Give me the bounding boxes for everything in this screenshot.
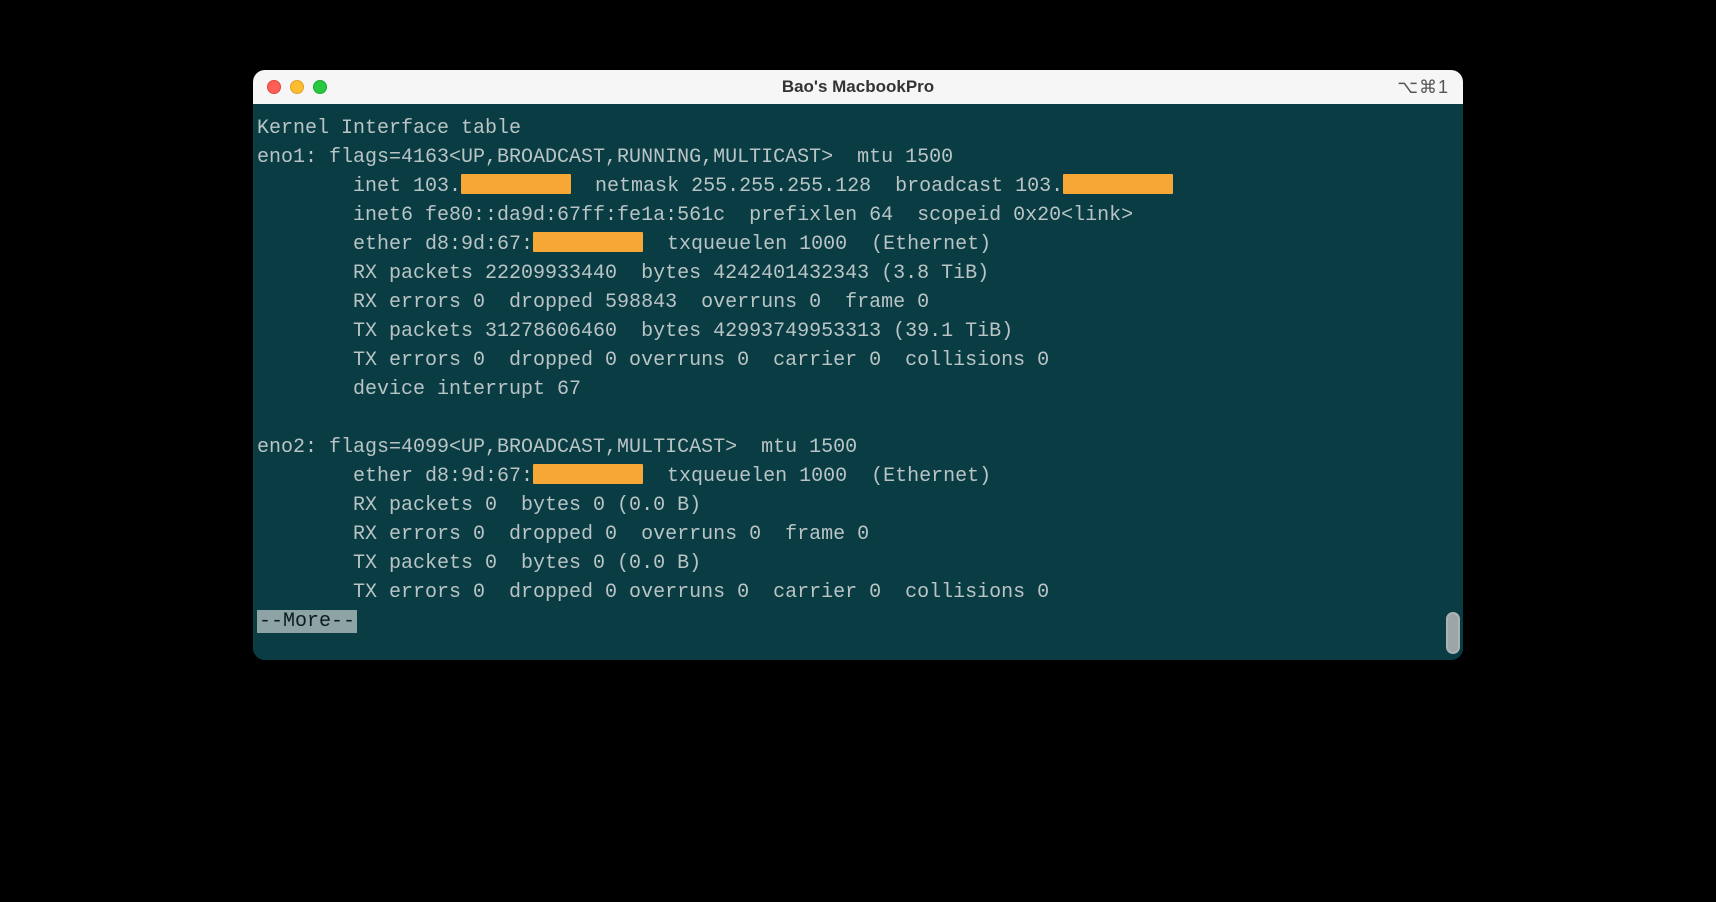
- traffic-lights: [267, 80, 327, 94]
- titlebar: Bao's MacbookPro ⌥⌘1: [253, 70, 1463, 104]
- redaction-block: [1063, 174, 1173, 194]
- terminal-line: Kernel Interface table: [257, 114, 1459, 143]
- terminal-text: txqueuelen 1000 (Ethernet): [643, 465, 991, 488]
- terminal-text: netmask 255.255.255.128 broadcast 103.: [571, 175, 1063, 198]
- terminal-line: eno1: flags=4163<UP,BROADCAST,RUNNING,MU…: [257, 143, 1459, 172]
- terminal-output[interactable]: Kernel Interface table eno1: flags=4163<U…: [253, 104, 1463, 660]
- terminal-text: eno1: flags=4163<UP,BROADCAST,RUNNING,MU…: [257, 146, 953, 169]
- terminal-line: ether d8:9d:67: txqueuelen 1000 (Etherne…: [257, 230, 1459, 259]
- zoom-button[interactable]: [313, 80, 327, 94]
- terminal-line: TX errors 0 dropped 0 overruns 0 carrier…: [257, 578, 1459, 607]
- terminal-text: [257, 407, 269, 430]
- terminal-text: eno2: flags=4099<UP,BROADCAST,MULTICAST>…: [257, 436, 857, 459]
- minimize-button[interactable]: [290, 80, 304, 94]
- redaction-block: [461, 174, 571, 194]
- pager-more[interactable]: --More--: [257, 610, 357, 633]
- terminal-line: [257, 404, 1459, 433]
- terminal-line: TX errors 0 dropped 0 overruns 0 carrier…: [257, 346, 1459, 375]
- window-title: Bao's MacbookPro: [253, 77, 1463, 97]
- terminal-line: ether d8:9d:67: txqueuelen 1000 (Etherne…: [257, 462, 1459, 491]
- terminal-line: RX errors 0 dropped 598843 overruns 0 fr…: [257, 288, 1459, 317]
- terminal-line: --More--: [257, 607, 1459, 636]
- terminal-line: RX errors 0 dropped 0 overruns 0 frame 0: [257, 520, 1459, 549]
- terminal-line: TX packets 31278606460 bytes 42993749953…: [257, 317, 1459, 346]
- terminal-line: RX packets 0 bytes 0 (0.0 B): [257, 491, 1459, 520]
- terminal-text: ether d8:9d:67:: [257, 233, 533, 256]
- close-button[interactable]: [267, 80, 281, 94]
- terminal-line: eno2: flags=4099<UP,BROADCAST,MULTICAST>…: [257, 433, 1459, 462]
- terminal-line: device interrupt 67: [257, 375, 1459, 404]
- terminal-text: device interrupt 67: [257, 378, 581, 401]
- terminal-text: TX packets 31278606460 bytes 42993749953…: [257, 320, 1013, 343]
- terminal-text: RX errors 0 dropped 0 overruns 0 frame 0: [257, 523, 869, 546]
- terminal-window: Bao's MacbookPro ⌥⌘1 Kernel Interface ta…: [253, 70, 1463, 660]
- terminal-text: ether d8:9d:67:: [257, 465, 533, 488]
- terminal-text: inet 103.: [257, 175, 461, 198]
- window-shortcut: ⌥⌘1: [1397, 77, 1449, 98]
- terminal-text: RX errors 0 dropped 598843 overruns 0 fr…: [257, 291, 929, 314]
- terminal-line: inet6 fe80::da9d:67ff:fe1a:561c prefixle…: [257, 201, 1459, 230]
- terminal-line: inet 103. netmask 255.255.255.128 broadc…: [257, 172, 1459, 201]
- redaction-block: [533, 464, 643, 484]
- terminal-text: RX packets 22209933440 bytes 42424014323…: [257, 262, 989, 285]
- terminal-text: TX packets 0 bytes 0 (0.0 B): [257, 552, 701, 575]
- scrollbar-thumb[interactable]: [1446, 612, 1460, 654]
- terminal-text: TX errors 0 dropped 0 overruns 0 carrier…: [257, 349, 1049, 372]
- terminal-text: inet6 fe80::da9d:67ff:fe1a:561c prefixle…: [257, 204, 1133, 227]
- terminal-text: RX packets 0 bytes 0 (0.0 B): [257, 494, 701, 517]
- terminal-text: txqueuelen 1000 (Ethernet): [643, 233, 991, 256]
- terminal-line: TX packets 0 bytes 0 (0.0 B): [257, 549, 1459, 578]
- redaction-block: [533, 232, 643, 252]
- terminal-text: Kernel Interface table: [257, 117, 521, 140]
- terminal-text: TX errors 0 dropped 0 overruns 0 carrier…: [257, 581, 1049, 604]
- terminal-line: RX packets 22209933440 bytes 42424014323…: [257, 259, 1459, 288]
